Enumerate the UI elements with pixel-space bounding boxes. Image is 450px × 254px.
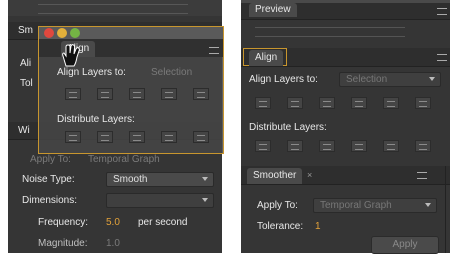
distribute-bottom-icon[interactable]	[319, 140, 335, 152]
align-to-value: Selection	[346, 74, 388, 85]
distribute-center-icon[interactable]	[383, 140, 399, 152]
noise-type-dropdown[interactable]: Smooth	[106, 172, 214, 187]
close-window-button[interactable]	[44, 28, 54, 38]
align-center-icon[interactable]	[287, 97, 303, 109]
align-top-icon[interactable]	[161, 88, 177, 100]
tolerance-value[interactable]: 1	[315, 221, 321, 232]
align-middle-icon[interactable]	[383, 97, 399, 109]
distribute-right-icon[interactable]	[193, 131, 209, 143]
distribute-top-icon[interactable]	[255, 140, 271, 152]
align-layers-to-label: Align Layers to:	[249, 74, 318, 85]
frequency-unit: per second	[138, 217, 188, 228]
chevron-down-icon	[425, 203, 431, 207]
align-to-dropdown[interactable]: Selection	[339, 72, 441, 87]
panel-menu-icon[interactable]	[437, 8, 447, 15]
align-label-partial: Ali	[20, 58, 32, 69]
panel-menu-icon[interactable]	[417, 172, 427, 179]
align-layers-to-label: Align Layers to:	[57, 67, 126, 78]
distribute-left-icon[interactable]	[351, 140, 367, 152]
distribute-middle-icon[interactable]	[287, 140, 303, 152]
panel-menu-icon[interactable]	[209, 47, 219, 54]
apply-to-value[interactable]: Temporal Graph	[88, 154, 160, 165]
distribute-top-icon[interactable]	[65, 131, 81, 143]
playback-icon[interactable]	[38, 4, 188, 14]
preview-tab[interactable]: Preview	[249, 3, 297, 17]
hand-cursor-icon	[62, 44, 80, 67]
apply-to-value: Temporal Graph	[320, 200, 392, 211]
apply-to-label: Apply To:	[30, 154, 71, 165]
chevron-down-icon	[202, 177, 208, 181]
minimize-window-button[interactable]	[57, 28, 67, 38]
frequency-label: Frequency:	[38, 217, 89, 228]
distribute-layers-label: Distribute Layers:	[249, 122, 327, 133]
noise-type-value: Smooth	[113, 174, 148, 185]
dimensions-dropdown[interactable]	[106, 193, 214, 208]
distribute-right-icon[interactable]	[415, 140, 431, 152]
noise-type-label: Noise Type:	[22, 174, 75, 185]
wiggler-tab-partial[interactable]: Wi	[18, 125, 30, 136]
align-center-icon[interactable]	[97, 88, 113, 100]
apply-to-dropdown[interactable]: Temporal Graph	[313, 198, 437, 213]
preview-controls-strip	[8, 0, 222, 16]
chevron-down-icon	[202, 198, 208, 202]
apply-button[interactable]: Apply	[371, 236, 439, 254]
align-left-icon[interactable]	[65, 88, 81, 100]
tolerance-label-partial: Tol	[20, 78, 33, 89]
zoom-window-button[interactable]	[70, 28, 80, 38]
apply-to-label: Apply To:	[257, 200, 298, 211]
distribute-bottom-icon[interactable]	[129, 131, 145, 143]
align-to-value[interactable]: Selection	[151, 67, 192, 78]
align-right-icon[interactable]	[129, 88, 145, 100]
frequency-value[interactable]: 5.0	[106, 217, 120, 228]
dimensions-label: Dimensions:	[22, 195, 78, 206]
smoother-tab[interactable]: Smoother	[247, 168, 303, 184]
magnitude-value[interactable]: 1.0	[106, 238, 120, 249]
align-left-icon[interactable]	[255, 97, 271, 109]
close-icon[interactable]: ×	[307, 170, 312, 180]
align-right-icon[interactable]	[319, 97, 335, 109]
align-bottom-icon[interactable]	[415, 97, 431, 109]
left-screenshot: Sm Ali Tol Wi Apply To: Temporal Graph N…	[8, 0, 224, 253]
align-middle-icon[interactable]	[193, 88, 209, 100]
playback-icon[interactable]	[255, 27, 405, 37]
smoother-tab-partial[interactable]: Sm	[18, 25, 33, 36]
magnitude-label: Magnitude:	[38, 238, 88, 249]
distribute-left-icon[interactable]	[161, 131, 177, 143]
panel-menu-icon[interactable]	[437, 54, 447, 61]
align-tab[interactable]: Align	[249, 50, 284, 66]
right-screenshot: Preview Align Align Layers to: Selection…	[241, 0, 450, 254]
distribute-middle-icon[interactable]	[97, 131, 113, 143]
distribute-layers-label: Distribute Layers:	[57, 114, 135, 125]
panel-divider	[445, 166, 446, 253]
chevron-down-icon	[429, 77, 435, 81]
align-top-icon[interactable]	[351, 97, 367, 109]
tolerance-label: Tolerance:	[257, 221, 304, 232]
